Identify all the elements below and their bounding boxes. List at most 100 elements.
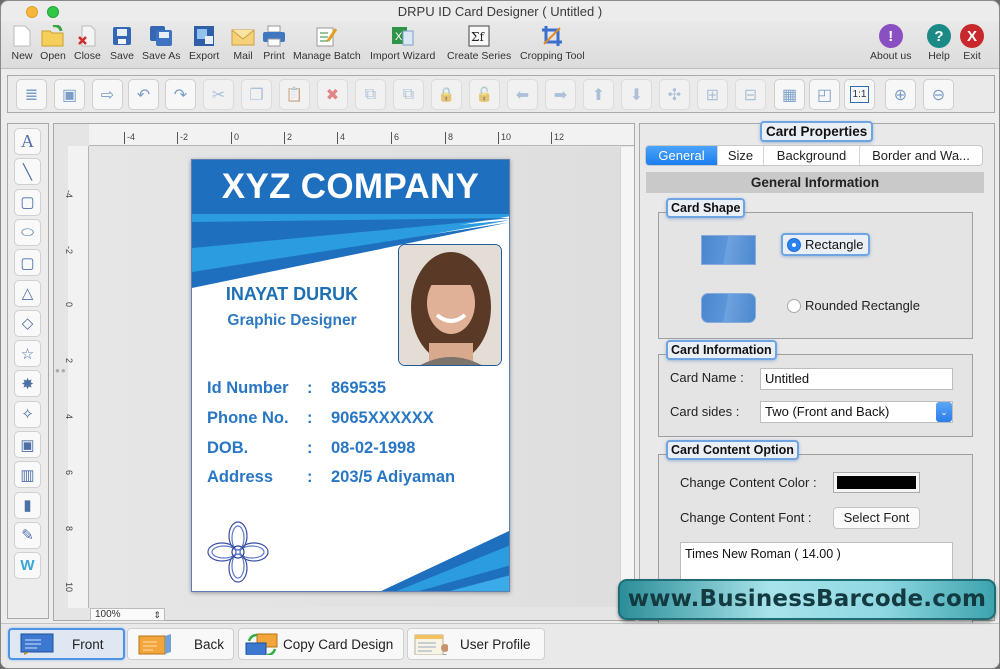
company-logo[interactable] (206, 520, 270, 584)
card-field-row[interactable]: Phone No.:9065XXXXXX (207, 409, 434, 428)
send-to-back-button[interactable]: ⧉ (393, 79, 424, 110)
vertical-scrollbar[interactable] (620, 147, 634, 607)
card-field-row[interactable]: Id Number:869535 (207, 379, 386, 398)
help-button[interactable]: ? Help (926, 23, 952, 62)
zoom-in-button[interactable]: ⊕ (885, 79, 916, 110)
export-image-button[interactable]: ⇨ (92, 79, 123, 110)
move-up-button[interactable]: ⬆ (583, 79, 614, 110)
center-button[interactable]: ✣ (659, 79, 690, 110)
text-tool[interactable]: A (14, 128, 41, 155)
rectangle-tool[interactable]: ▢ (14, 188, 41, 216)
align-horizontal-center-button[interactable]: ⊞ (697, 79, 728, 110)
unlock-button[interactable]: 🔓 (469, 79, 500, 110)
save-button[interactable]: Save (109, 23, 135, 62)
cropping-tool-button[interactable]: Cropping Tool (520, 23, 585, 62)
import-wizard-button[interactable]: X Import Wizard (370, 23, 435, 62)
front-button[interactable]: Front (8, 628, 125, 660)
id-card-front[interactable]: XYZ COMPANY INAYAT DURUK Graphic Designe… (191, 159, 510, 592)
tab-size[interactable]: Size (718, 146, 764, 165)
manage-batch-button[interactable]: Manage Batch (293, 23, 361, 62)
barcode-tool[interactable]: ▮ (14, 491, 41, 519)
rectangle-shape-preview[interactable] (701, 235, 756, 265)
align-horizontal-center-icon: ⊞ (705, 86, 720, 104)
chevron-down-icon: ⌄ (936, 402, 952, 422)
print-button[interactable]: Print (261, 23, 287, 62)
company-name[interactable]: XYZ COMPANY (192, 160, 509, 214)
svg-text:X: X (395, 31, 403, 43)
card-sides-label: Card sides : (670, 404, 740, 419)
splitter-handle[interactable]: ●● (55, 366, 67, 375)
lock-button[interactable]: 🔒 (431, 79, 462, 110)
ruler-button[interactable]: ◰ (809, 79, 840, 110)
person-photo-icon (399, 245, 501, 365)
watermark-tool[interactable]: W (14, 552, 41, 580)
signature-tool[interactable]: ✎ (14, 521, 41, 549)
minimize-window-button[interactable] (26, 6, 38, 18)
rounded-rectangle-shape-preview[interactable] (701, 293, 756, 323)
image-tool[interactable]: ▣ (14, 431, 41, 458)
paste-icon: 📋 (285, 86, 304, 102)
rounded-rectangle-radio[interactable] (787, 298, 801, 313)
close-button[interactable]: Close (74, 23, 101, 62)
copy-card-design-button[interactable]: Copy Card Design (238, 628, 404, 660)
field-value: 08-02-1998 (331, 439, 416, 457)
line-tool[interactable]: ╲ (14, 158, 41, 186)
new-button[interactable]: New (9, 23, 35, 62)
move-right-button[interactable]: ➡ (545, 79, 576, 110)
copy-button[interactable]: ❐ (241, 79, 272, 110)
card-properties-button[interactable]: ≣ (16, 79, 47, 110)
undo-button[interactable]: ↶ (128, 79, 159, 110)
employee-role[interactable]: Graphic Designer (192, 312, 392, 330)
employee-name[interactable]: INAYAT DURUK (192, 284, 392, 305)
background-image-button[interactable]: ▣ (54, 79, 85, 110)
ellipse-tool[interactable]: ⬭ (14, 218, 41, 246)
content-color-swatch-button[interactable] (833, 472, 920, 493)
triangle-tool[interactable]: △ (14, 279, 41, 307)
general-information-header: General Information (646, 172, 984, 193)
zoom-window-button[interactable] (47, 6, 59, 18)
open-button[interactable]: Open (40, 23, 66, 62)
rounded-rectangle-radio-option[interactable]: Rounded Rectangle (787, 298, 920, 313)
diamond-tool[interactable]: ◇ (14, 309, 41, 337)
rectangle-radio-option[interactable]: Rectangle (781, 233, 870, 256)
about-us-button[interactable]: ! About us (870, 23, 911, 62)
align-vertical-center-button[interactable]: ⊟ (735, 79, 766, 110)
save-as-button[interactable]: Save As (142, 23, 181, 62)
move-left-button[interactable]: ⬅ (507, 79, 538, 110)
redo-button[interactable]: ↷ (165, 79, 196, 110)
actual-size-button[interactable]: 1:1 (844, 79, 875, 110)
export-button[interactable]: Export (189, 23, 219, 62)
mail-button[interactable]: Mail (230, 23, 256, 62)
user-profile-label: User Profile (460, 636, 531, 652)
card-sides-select[interactable]: Two (Front and Back) ⌄ (760, 401, 953, 423)
employee-photo[interactable] (398, 244, 502, 366)
move-down-button[interactable]: ⬇ (621, 79, 652, 110)
select-font-button[interactable]: Select Font (833, 507, 920, 529)
four-point-star-tool[interactable]: ✧ (14, 400, 41, 428)
burst-tool[interactable]: ✸ (14, 370, 41, 398)
ruler-icon: ◰ (816, 86, 833, 104)
card-field-row[interactable]: Address:203/5 Adiyaman (207, 468, 455, 487)
help-label: Help (928, 50, 950, 62)
bring-to-front-button[interactable]: ⧉ (355, 79, 386, 110)
cut-button[interactable]: ✂ (203, 79, 234, 110)
tab-background[interactable]: Background (764, 146, 860, 165)
zoom-out-button[interactable]: ⊖ (923, 79, 954, 110)
paste-button[interactable]: 📋 (279, 79, 310, 110)
star-tool[interactable]: ☆ (14, 340, 41, 368)
zoom-level-select[interactable]: 100% ⇕ (90, 608, 165, 621)
library-tool[interactable]: ▥ (14, 461, 41, 489)
tab-border-and-watermark[interactable]: Border and Wa... (860, 146, 982, 165)
back-button[interactable]: Back (127, 628, 234, 660)
delete-button[interactable]: ✖ (317, 79, 348, 110)
create-series-button[interactable]: Σf Create Series (447, 23, 511, 62)
user-profile-button[interactable]: User Profile (407, 628, 545, 660)
card-field-row[interactable]: DOB.:08-02-1998 (207, 439, 415, 458)
card-name-input[interactable]: Untitled (760, 368, 953, 390)
exit-button[interactable]: X Exit (959, 23, 985, 62)
horizontal-ruler: -4 -2 0 2 4 6 8 10 12 (89, 124, 634, 146)
grid-button[interactable]: ▦ (774, 79, 805, 110)
tab-general[interactable]: General (646, 146, 718, 165)
rounded-rectangle-tool[interactable]: ▢ (14, 249, 41, 277)
rectangle-radio[interactable] (787, 237, 801, 252)
